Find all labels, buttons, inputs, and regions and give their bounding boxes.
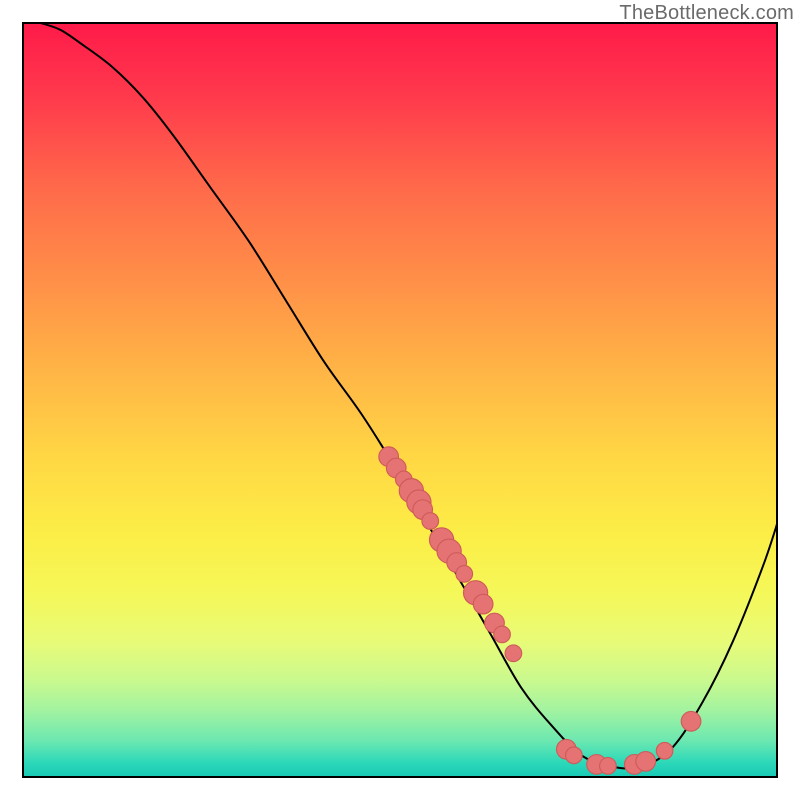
scatter-point: [636, 752, 656, 772]
bottleneck-curve-path: [37, 22, 778, 769]
scatter-point: [473, 594, 493, 614]
scatter-point: [494, 626, 511, 643]
scatter-point: [456, 566, 473, 583]
scatter-points-layer: [379, 447, 701, 774]
scatter-point: [600, 758, 617, 775]
chart-container: TheBottleneck.com: [0, 0, 800, 800]
curve-layer: [37, 22, 778, 769]
scatter-point: [566, 747, 583, 764]
curve-svg: [22, 22, 778, 778]
scatter-point: [681, 711, 701, 731]
scatter-point: [505, 645, 522, 662]
scatter-point: [656, 742, 673, 759]
scatter-point: [422, 513, 439, 530]
plot-area: [22, 22, 778, 778]
